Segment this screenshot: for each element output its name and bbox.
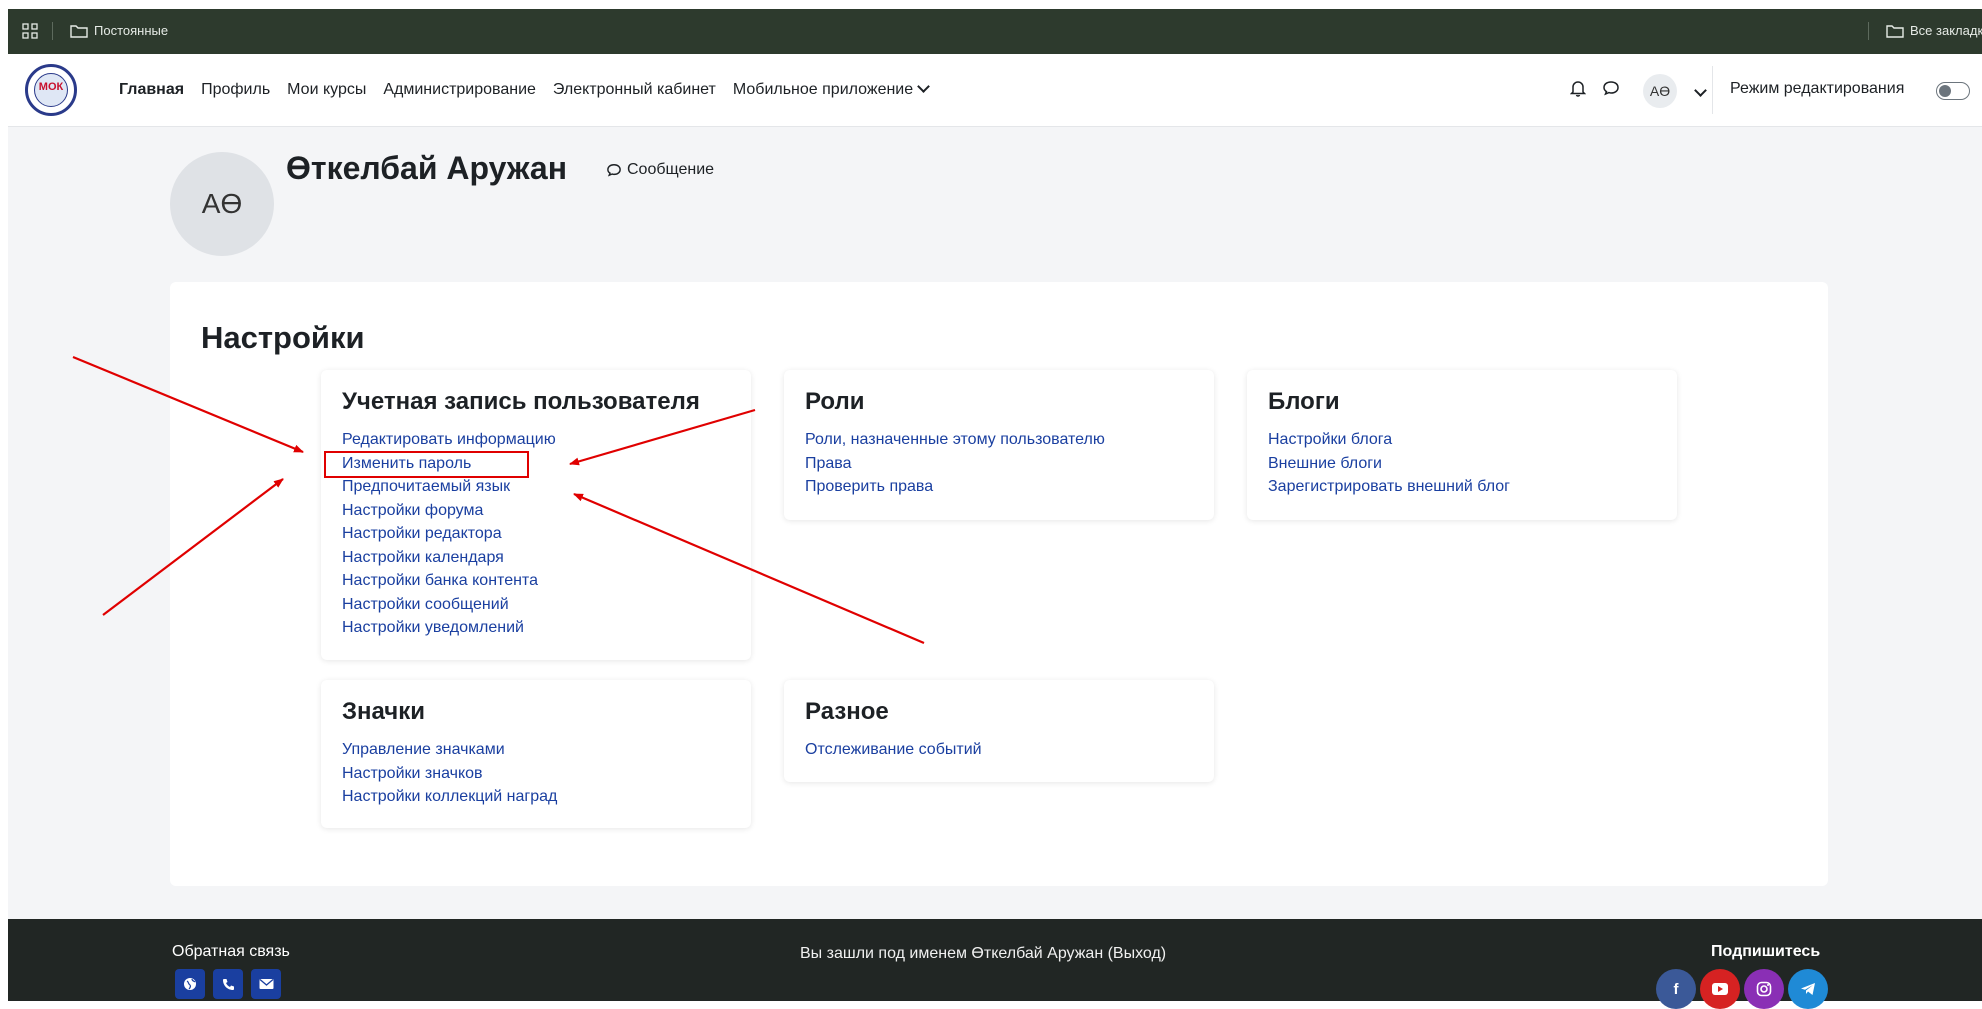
send-message-label: Сообщение (627, 161, 715, 178)
feedback-title: Обратная связь (172, 943, 290, 960)
phone-icon (222, 978, 234, 990)
facebook-button[interactable]: f (1656, 969, 1696, 1009)
message-settings-link[interactable]: Настройки сообщений (342, 596, 509, 613)
phone-button[interactable] (213, 969, 243, 999)
misc-card: Разное Отслеживание событий (784, 680, 1214, 782)
blogs-card: Блоги Настройки блога Внешние блоги Заре… (1247, 370, 1677, 520)
settings-title: Настройки (201, 320, 365, 355)
globe-icon (184, 978, 196, 990)
nav-link-my-courses[interactable]: Мои курсы (287, 81, 366, 99)
nav-link-mobile-app[interactable]: Мобильное приложение (732, 80, 931, 99)
nav-link-home[interactable]: Главная (119, 81, 184, 99)
external-blogs-link[interactable]: Внешние блоги (1268, 455, 1382, 472)
manage-badges-link[interactable]: Управление значками (342, 741, 505, 758)
bookmarks-divider (52, 22, 53, 40)
youtube-icon (1712, 983, 1728, 995)
assigned-roles-link[interactable]: Роли, назначенные этому пользователю (805, 431, 1105, 448)
backpack-settings-link[interactable]: Настройки коллекций наград (342, 788, 557, 805)
bookmark-folder-permanent[interactable]: Постоянные (94, 23, 168, 38)
bell-icon[interactable] (1570, 79, 1586, 97)
editor-settings-link[interactable]: Настройки редактора (342, 525, 502, 542)
badges-card: Значки Управление значками Настройки зна… (321, 680, 751, 828)
nav-link-administration[interactable]: Администрирование (383, 81, 536, 99)
bookmarks-divider-right (1868, 22, 1869, 40)
roles-card: Роли Роли, назначенные этому пользовател… (784, 370, 1214, 520)
permissions-link[interactable]: Права (805, 455, 852, 472)
chat-bubble-icon[interactable] (1602, 80, 1620, 96)
navbar-divider (1712, 66, 1713, 114)
logo-text: МОК (38, 81, 64, 93)
envelope-icon (259, 979, 273, 989)
edit-mode-label: Режим редактирования (1730, 80, 1905, 97)
account-settings-card: Учетная запись пользователя Редактироват… (321, 370, 751, 660)
instagram-icon (1756, 981, 1772, 997)
chevron-down-icon (917, 80, 931, 93)
chat-bubble-icon (607, 163, 621, 177)
facebook-icon: f (1673, 980, 1679, 998)
preferred-language-link[interactable]: Предпочитаемый язык (342, 478, 510, 495)
instagram-button[interactable] (1744, 969, 1784, 1009)
misc-card-title: Разное (805, 698, 889, 725)
site-footer: Обратная связь Вы зашли под именем Өткел… (8, 919, 1982, 1009)
notification-settings-link[interactable]: Настройки уведомлений (342, 619, 524, 636)
nav-link-mobile-app-label: Мобильное приложение (732, 81, 914, 98)
folder-icon[interactable] (1886, 24, 1904, 38)
apps-grid-icon[interactable] (22, 23, 38, 39)
edit-mode-toggle[interactable] (1936, 82, 1970, 100)
site-logo[interactable]: МОК (25, 64, 77, 116)
content-bank-settings-link[interactable]: Настройки банка контента (342, 572, 538, 589)
roles-card-title: Роли (805, 388, 865, 415)
profile-name: Өткелбай Аружан (286, 150, 568, 186)
website-button[interactable] (175, 969, 205, 999)
profile-avatar: АӨ (170, 152, 274, 256)
edit-profile-link[interactable]: Редактировать информацию (342, 431, 556, 448)
blogs-card-title: Блоги (1268, 388, 1340, 415)
forum-settings-link[interactable]: Настройки форума (342, 502, 483, 519)
event-monitoring-link[interactable]: Отслеживание событий (805, 741, 982, 758)
register-external-blog-link[interactable]: Зарегистрировать внешний блог (1268, 478, 1510, 495)
logged-in-as-text: Вы зашли под именем Өткелбай Аружан (Вых… (800, 945, 1167, 962)
badge-settings-link[interactable]: Настройки значков (342, 765, 483, 782)
top-navbar: МОК Главная Профиль Мои курсы Администри… (8, 54, 1982, 127)
user-menu-chevron-icon[interactable] (1694, 84, 1707, 97)
blog-settings-link[interactable]: Настройки блога (1268, 431, 1392, 448)
check-permissions-link[interactable]: Проверить права (805, 478, 933, 495)
email-button[interactable] (251, 969, 281, 999)
annotation-highlight-box (324, 451, 529, 478)
folder-icon[interactable] (70, 24, 88, 38)
send-message-link[interactable]: Сообщение (606, 161, 714, 179)
telegram-icon (1801, 983, 1815, 995)
account-card-title: Учетная запись пользователя (342, 388, 700, 415)
bookmark-folder-all[interactable]: Все закладки (1910, 23, 1982, 38)
primary-navigation: Главная Профиль Мои курсы Администрирова… (119, 54, 945, 126)
nav-link-e-cabinet[interactable]: Электронный кабинет (553, 81, 716, 99)
nav-link-profile[interactable]: Профиль (201, 81, 270, 99)
subscribe-title: Подпишитесь (1711, 943, 1821, 960)
user-avatar[interactable]: АӨ (1643, 74, 1677, 108)
calendar-settings-link[interactable]: Настройки календаря (342, 549, 504, 566)
badges-card-title: Значки (342, 698, 425, 725)
toggle-knob (1939, 85, 1951, 97)
youtube-button[interactable] (1700, 969, 1740, 1009)
telegram-button[interactable] (1788, 969, 1828, 1009)
bookmarks-bar: Постоянные Все закладки (8, 9, 1982, 54)
